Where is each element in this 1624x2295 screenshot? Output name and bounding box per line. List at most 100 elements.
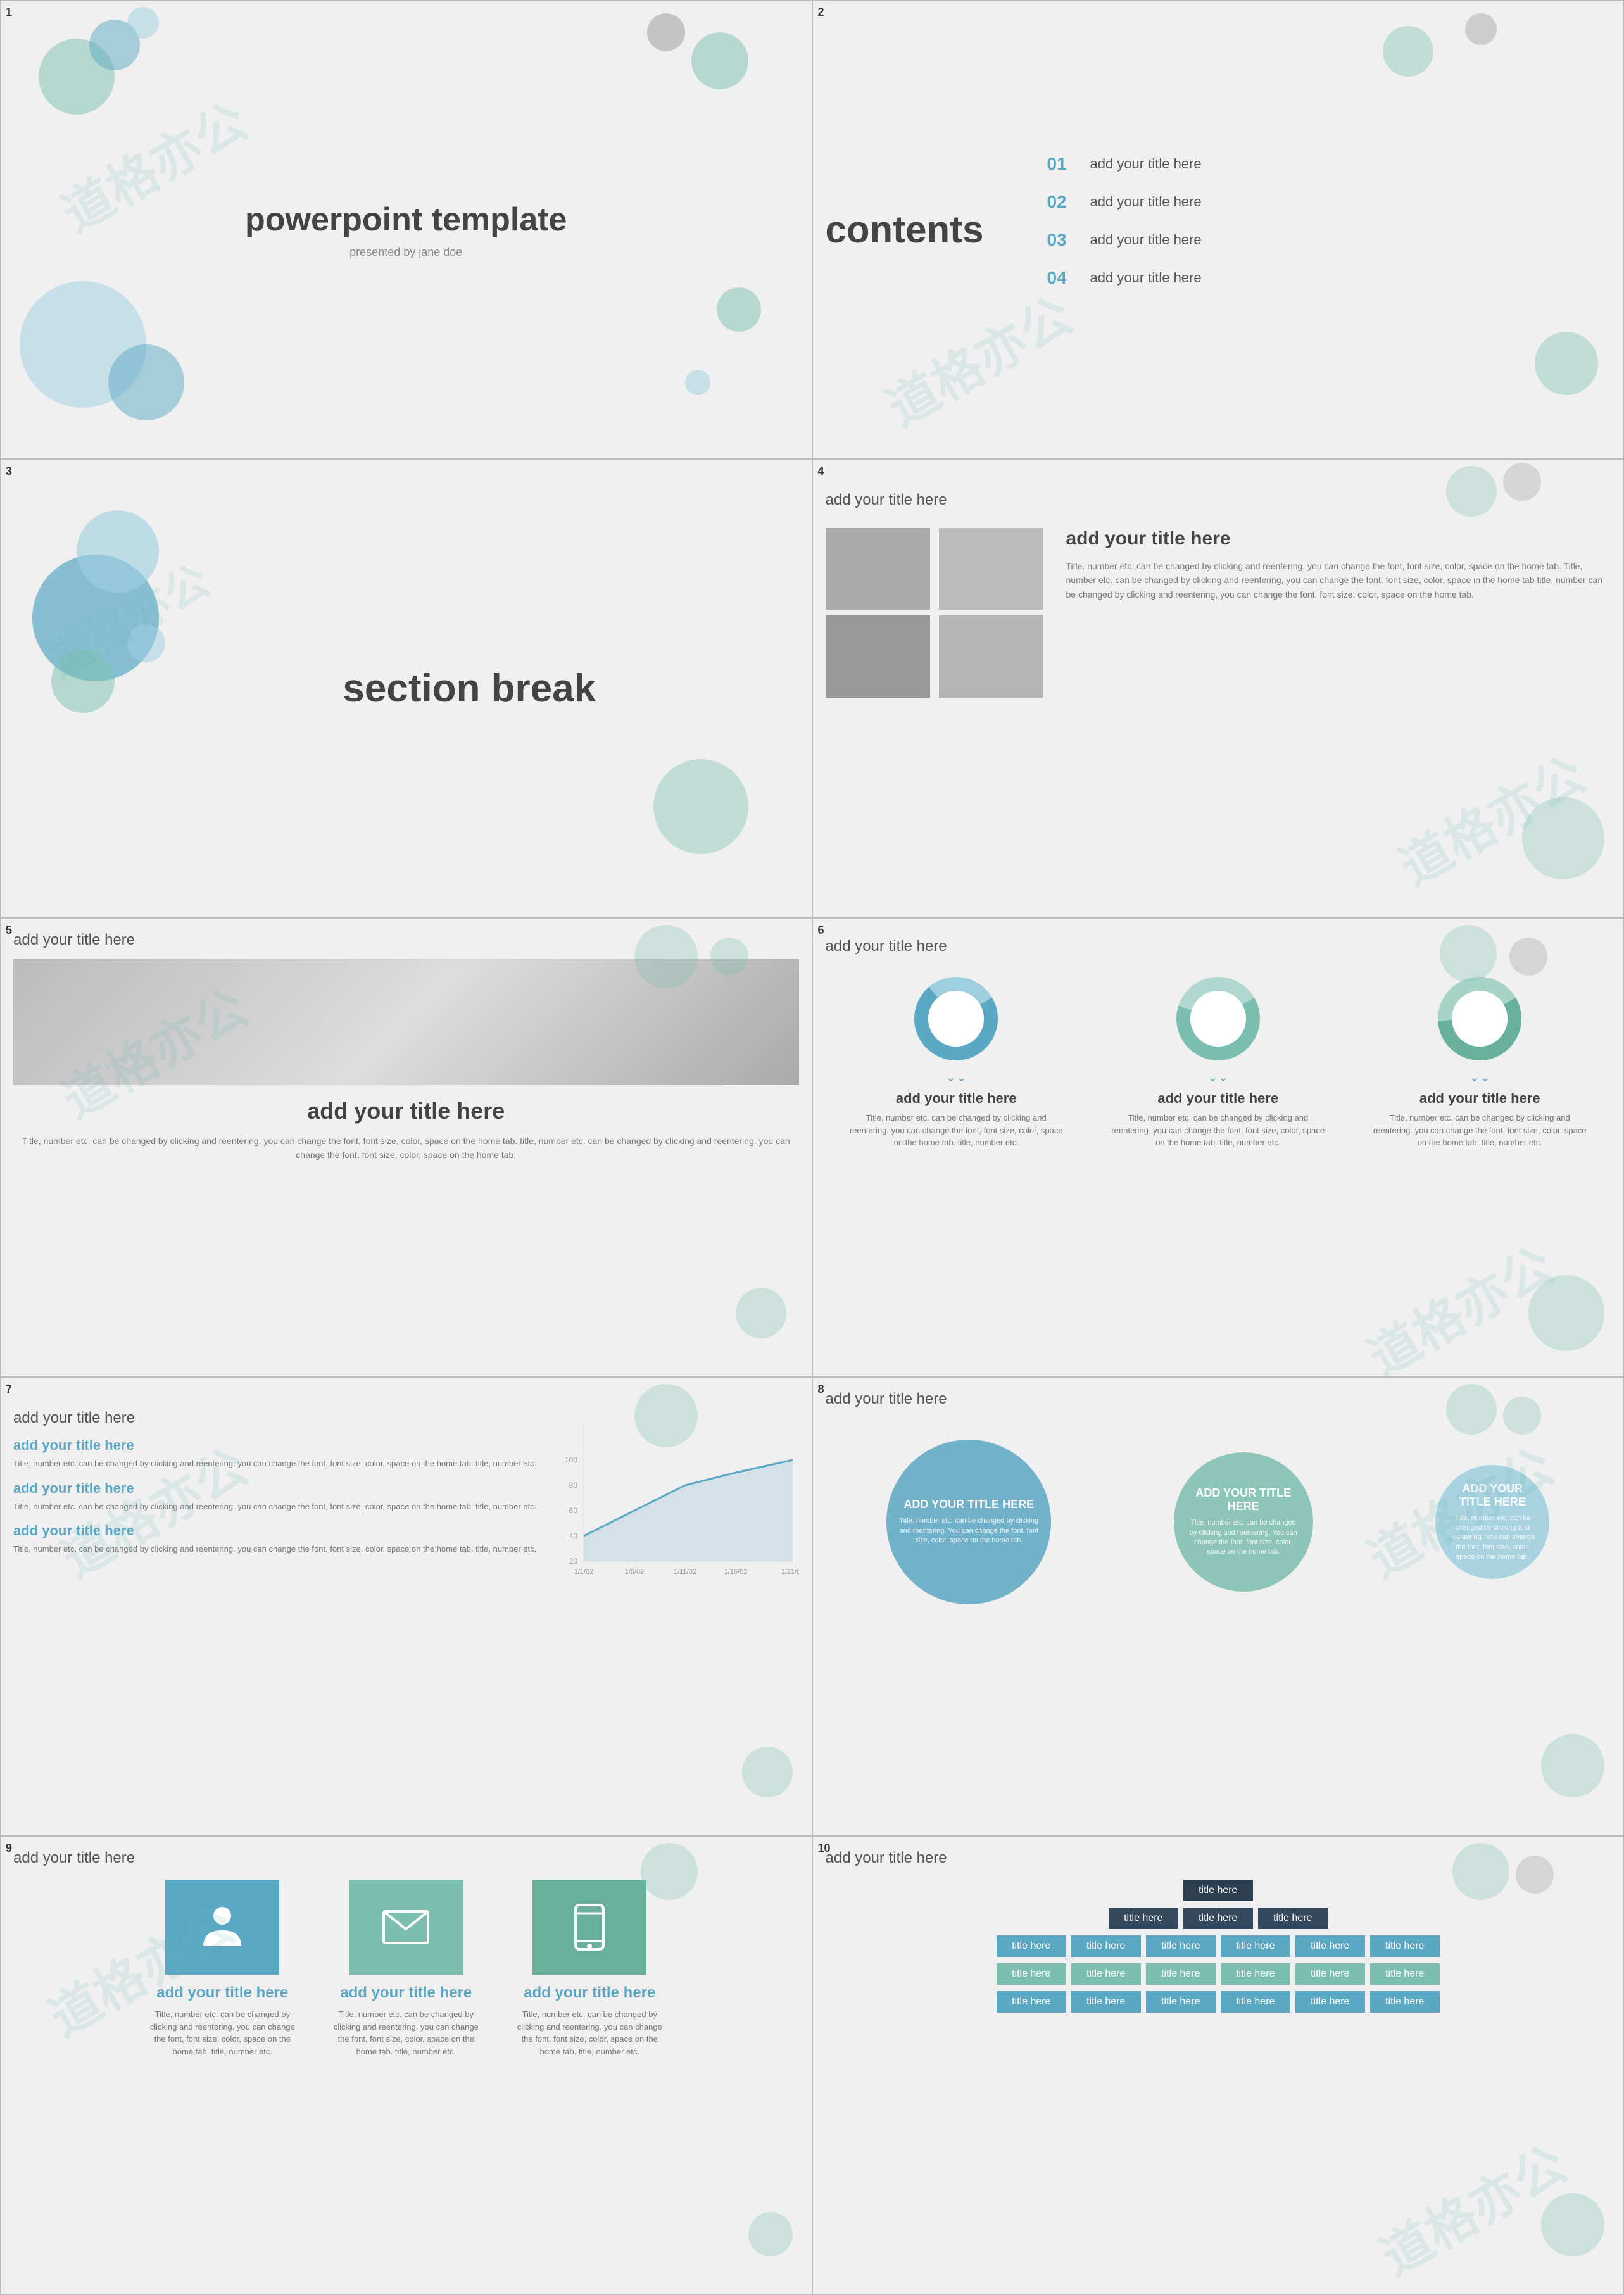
svg-text:1/1/02: 1/1/02	[574, 1568, 593, 1576]
svg-text:60: 60	[569, 1506, 577, 1515]
slide-number-7: 7	[6, 1383, 12, 1396]
content-item-1: 01 add your title here	[1047, 154, 1611, 174]
img-4	[939, 615, 1043, 698]
chart-title-1: add your title here	[896, 1090, 1017, 1107]
chart-item-2: ⌄⌄ add your title here Title, number etc…	[1108, 974, 1328, 1149]
slide-4-content: add your title here Title, number etc. c…	[826, 528, 1611, 698]
org-l4-4: title here	[1221, 1991, 1290, 2013]
slide-5: 5 道格亦公 add your title here add your titl…	[0, 918, 812, 1377]
deco-bubble	[641, 1843, 698, 1900]
svg-text:80: 80	[569, 1481, 577, 1490]
card-title-2: add your title here	[340, 1984, 472, 2002]
slide-number-1: 1	[6, 6, 12, 19]
deco-bubble	[717, 287, 761, 332]
slide-number-9: 9	[6, 1842, 12, 1855]
slide-5-content-title: add your title here	[13, 1098, 799, 1124]
deco-bubble	[653, 759, 748, 854]
deco-bubble	[77, 510, 159, 593]
bubble-1: ADD YOUR TITLE HERE Title, number etc. c…	[886, 1440, 1051, 1604]
bubble-3-title: ADD YOUR TITLE HERE	[1448, 1482, 1537, 1509]
deco-bubble	[647, 13, 685, 51]
content-label-4: add your title here	[1090, 270, 1202, 286]
org-chart: title here title here title here title h…	[826, 1880, 1611, 2013]
card-3: add your title here Title, number etc. c…	[510, 1880, 669, 2058]
org-l1-3: title here	[1258, 1908, 1328, 1929]
org-level2-row: title here title here title here title h…	[997, 1935, 1440, 1957]
slide-8: 8 道格亦公 add your title here ADD YOUR TITL…	[812, 1377, 1624, 1836]
deco-bubble	[1440, 925, 1497, 982]
slide-6: 6 道格亦公 add your title here ⌄⌄ add your t…	[812, 918, 1624, 1377]
org-l4-5: title here	[1295, 1991, 1365, 2013]
org-l2-1: title here	[997, 1935, 1066, 1957]
img-2	[939, 528, 1043, 610]
content-label-1: add your title here	[1090, 156, 1202, 172]
donut-chart-1	[912, 974, 1000, 1063]
card-title-3: add your title here	[524, 1984, 655, 2002]
org-l3-6: title here	[1370, 1963, 1440, 1985]
org-l4-2: title here	[1071, 1991, 1141, 2013]
deco-bubble	[691, 32, 748, 89]
card-icon-1	[165, 1880, 279, 1975]
slide-4-text-body: Title, number etc. can be changed by cli…	[1066, 559, 1611, 601]
org-l3-3: title here	[1146, 1963, 1216, 1985]
card-icon-2	[349, 1880, 463, 1975]
org-l2-3: title here	[1146, 1935, 1216, 1957]
image-grid	[826, 528, 1047, 698]
org-level3-row: title here title here title here title h…	[997, 1963, 1440, 1985]
content-num-2: 02	[1047, 192, 1079, 212]
slide-5-content-body: Title, number etc. can be changed by cli…	[13, 1134, 799, 1162]
deco-bubble	[1446, 1384, 1497, 1435]
content-item-2: 02 add your title here	[1047, 192, 1611, 212]
svg-text:1/16/02: 1/16/02	[724, 1568, 747, 1576]
chart-desc-3: Title, number etc. can be changed by cli…	[1370, 1112, 1590, 1149]
deco-bubble	[736, 1288, 786, 1338]
chevron-3: ⌄⌄	[1469, 1069, 1490, 1085]
svg-text:40: 40	[569, 1531, 577, 1540]
slide-1: 1 道格亦公 powerpoint template presented by …	[0, 0, 812, 459]
deco-bubble	[108, 344, 184, 420]
charts-row: ⌄⌄ add your title here Title, number etc…	[826, 974, 1611, 1149]
svg-text:100: 100	[564, 1456, 577, 1464]
deco-bubble	[1535, 332, 1598, 395]
org-root-row: title here	[1183, 1880, 1253, 1901]
item-desc-3: Title, number etc. can be changed by cli…	[13, 1543, 539, 1556]
slide-10: 10 道格亦公 add your title here title here t…	[812, 1836, 1624, 2295]
slide-4-text-area: add your title here Title, number etc. c…	[1066, 528, 1611, 698]
content-item-3: 03 add your title here	[1047, 230, 1611, 250]
org-l2-2: title here	[1071, 1935, 1141, 1957]
slide-4: 4 道格亦公 add your title here add your titl…	[812, 459, 1624, 918]
deco-bubble	[710, 938, 748, 976]
slide-2: 2 道格亦公 contents 01 add your title here 0…	[812, 0, 1624, 459]
deco-bubble	[1541, 1734, 1604, 1797]
item-title-2: add your title here	[13, 1480, 539, 1497]
img-3	[826, 615, 930, 698]
chevron-2: ⌄⌄	[1207, 1069, 1229, 1085]
deco-bubble	[1516, 1856, 1554, 1894]
deco-bubble	[742, 1747, 793, 1797]
slide-3: 3 道格亦公 section break	[0, 459, 812, 918]
org-l3-1: title here	[997, 1963, 1066, 1985]
deco-bubble	[51, 650, 115, 713]
content-item-4: 04 add your title here	[1047, 268, 1611, 288]
org-l3-5: title here	[1295, 1963, 1365, 1985]
bubble-2-title: ADD YOUR TITLE HERE	[1187, 1487, 1300, 1513]
slide-number-6: 6	[818, 924, 824, 937]
org-l4-1: title here	[997, 1991, 1066, 2013]
card-desc-3: Title, number etc. can be changed by cli…	[510, 2008, 669, 2058]
slide-grid: 1 道格亦公 powerpoint template presented by …	[0, 0, 1624, 2295]
deco-bubble	[1446, 466, 1497, 517]
chart-title-2: add your title here	[1157, 1090, 1278, 1107]
chart-desc-1: Title, number etc. can be changed by cli…	[847, 1112, 1066, 1149]
svg-text:20: 20	[569, 1557, 577, 1566]
svg-text:1/21/02: 1/21/02	[781, 1568, 798, 1576]
card-icon-3	[532, 1880, 646, 1975]
deco-bubble	[685, 370, 710, 395]
slide-1-subtitle: presented by jane doe	[349, 246, 462, 259]
card-title-1: add your title here	[156, 1984, 288, 2002]
slide-9: 9 道格亦公 add your title here add your titl…	[0, 1836, 812, 2295]
item-title-3: add your title here	[13, 1523, 539, 1539]
content-label-2: add your title here	[1090, 194, 1202, 210]
item-desc-1: Title, number etc. can be changed by cli…	[13, 1457, 539, 1470]
card-2: add your title here Title, number etc. c…	[327, 1880, 485, 2058]
deco-bubble	[1528, 1275, 1604, 1351]
